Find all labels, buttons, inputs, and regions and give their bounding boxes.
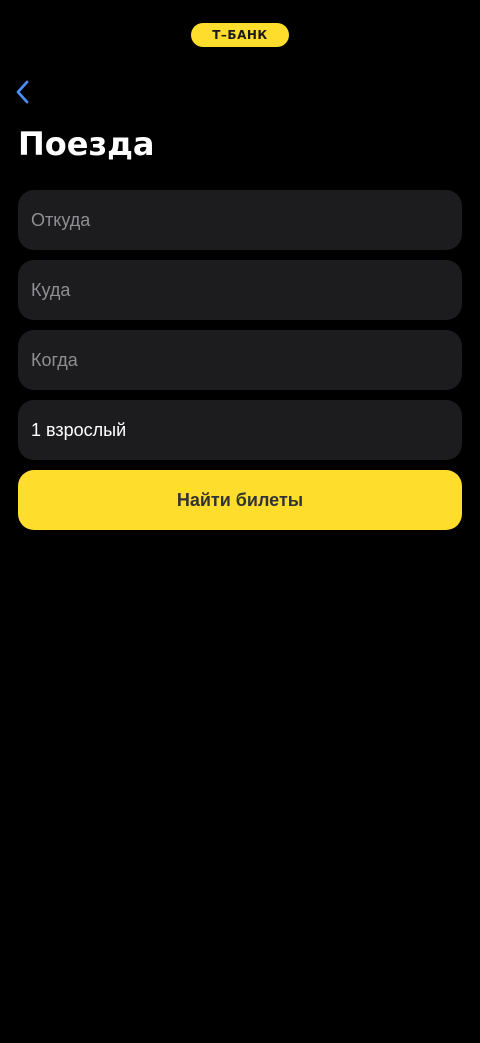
passengers-field[interactable]: 1 взрослый — [18, 400, 462, 460]
find-tickets-button[interactable]: Найти билеты — [18, 470, 462, 530]
to-field[interactable]: Куда — [18, 260, 462, 320]
bank-logo-badge: Т–БАНК — [191, 23, 289, 47]
passengers-value: 1 взрослый — [31, 419, 127, 440]
chevron-left-icon — [16, 80, 30, 104]
from-field[interactable]: Откуда — [18, 190, 462, 250]
date-field[interactable]: Когда — [18, 330, 462, 390]
page-title: Поезда — [18, 125, 155, 163]
back-button[interactable] — [10, 78, 36, 106]
bank-logo-text: Т–БАНК — [212, 28, 268, 42]
to-field-placeholder: Куда — [31, 279, 71, 300]
date-field-placeholder: Когда — [31, 349, 78, 370]
train-search-form: Откуда Куда Когда 1 взрослый Найти билет… — [18, 190, 462, 530]
from-field-placeholder: Откуда — [31, 209, 91, 230]
train-search-screen: Т–БАНК Поезда Откуда Куда Когда 1 взросл… — [0, 0, 480, 1043]
